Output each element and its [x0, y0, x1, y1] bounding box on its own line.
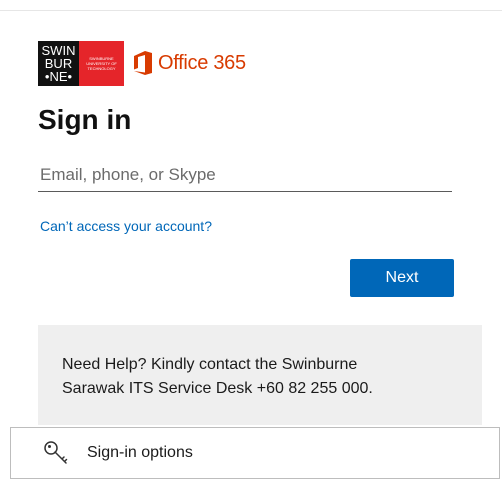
help-text-line-2: Sarawak ITS Service Desk +60 82 255 000.: [62, 380, 373, 397]
help-box: Need Help? Kindly contact the Swinburne …: [38, 325, 482, 425]
office-365-text: Office 365: [158, 51, 246, 74]
email-field[interactable]: [38, 158, 452, 192]
swinburne-sub-3: TECHNOLOGY: [87, 65, 116, 71]
swinburne-logo-line-1: SWIN: [41, 42, 76, 58]
key-icon: [44, 441, 68, 464]
sign-in-options-button[interactable]: Sign-in options: [10, 427, 500, 479]
top-divider: [0, 10, 502, 11]
cant-access-account-link[interactable]: Can’t access your account?: [40, 218, 212, 234]
page-title: Sign in: [38, 104, 132, 135]
swinburne-logo: SWIN BUR •NE• SWINBURNE UNIVERSITY OF TE…: [38, 40, 124, 86]
help-text-line-1: Need Help? Kindly contact the Swinburne: [62, 356, 358, 373]
swinburne-logo-line-3: •NE•: [44, 68, 73, 84]
next-button[interactable]: Next: [350, 259, 454, 297]
swinburne-logo-line-2: BUR: [44, 55, 73, 71]
swinburne-logo-mark: SWIN BUR •NE•: [38, 40, 79, 86]
office-365-logo: Office 365: [134, 51, 246, 75]
help-text: Need Help? Kindly contact the Swinburne …: [62, 353, 462, 401]
office-icon: [134, 51, 152, 75]
sign-in-options-label: Sign-in options: [87, 444, 193, 461]
swinburne-logo-wordmark: SWINBURNE UNIVERSITY OF TECHNOLOGY: [79, 40, 124, 86]
brand-logos: SWIN BUR •NE• SWINBURNE UNIVERSITY OF TE…: [38, 40, 246, 86]
